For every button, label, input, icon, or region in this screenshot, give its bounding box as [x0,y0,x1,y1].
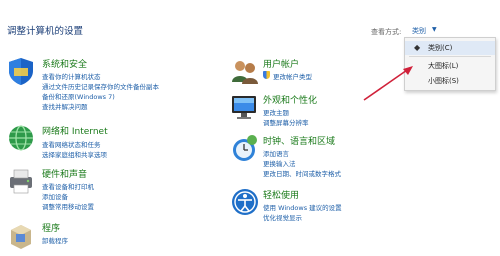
menu-item-category[interactable]: ◆ 类别(C) [405,41,495,55]
link-network-status[interactable]: 查看网络状态和任务 [42,139,101,149]
view-by-label: 查看方式: [371,28,402,36]
category-title[interactable]: 时钟、语言和区域 [263,134,335,147]
category-title[interactable]: 外观和个性化 [263,93,317,106]
menu-separator [409,56,491,57]
category-title[interactable]: 用户帐户 [263,57,299,70]
shield-icon [9,58,33,85]
link-change-theme[interactable]: 更改主题 [263,107,289,117]
view-by-dropdown[interactable]: 类别 [412,26,426,36]
link-file-history[interactable]: 通过文件历史记录保存你的文件备份副本 [42,81,159,91]
category-title[interactable]: 程序 [42,221,60,234]
selected-bullet-icon: ◆ [414,43,421,52]
link-backup-restore[interactable]: 备份和还原(Windows 7) [42,91,115,101]
link-add-language[interactable]: 添加语言 [263,148,289,158]
link-screen-resolution[interactable]: 调整屏幕分辨率 [263,117,309,127]
link-view-status[interactable]: 查看你的计算机状态 [42,71,101,81]
link-uninstall-program[interactable]: 卸载程序 [42,235,68,245]
link-troubleshoot[interactable]: 查找并解决问题 [42,101,88,111]
link-recommended-settings[interactable]: 使用 Windows 建议的设置 [263,202,342,212]
category-title[interactable]: 硬件和声音 [42,167,87,180]
menu-item-large-icons[interactable]: 大图标(L) [405,59,495,73]
menu-item-label: 小图标(S) [428,77,459,85]
users-icon [232,61,258,84]
page-title: 调整计算机的设置 [7,26,84,37]
ease-of-access-icon [232,189,258,215]
chevron-down-icon[interactable]: ▼ [432,26,437,33]
link-mobility-settings[interactable]: 调整常用移动设置 [42,201,94,211]
category-title[interactable]: 网络和 Internet [42,124,108,137]
link-add-device[interactable]: 添加设备 [42,191,68,201]
monitor-icon [232,96,256,119]
link-date-time-format[interactable]: 更改日期、时间或数字格式 [263,168,341,178]
category-title[interactable]: 系统和安全 [42,57,87,70]
link-optimize-display[interactable]: 优化视觉显示 [263,212,302,222]
link-change-account-type[interactable]: 更改帐户类型 [273,71,312,81]
link-devices-printers[interactable]: 查看设备和打印机 [42,181,94,191]
menu-item-label: 类别(C) [428,44,453,52]
clock-globe-icon [233,135,257,161]
annotation-arrow-icon [363,66,413,101]
printer-icon [10,169,32,194]
menu-item-label: 大图标(L) [428,62,459,70]
uac-shield-icon [263,71,270,79]
globe-network-icon [9,125,33,151]
category-title[interactable]: 轻松使用 [263,188,299,201]
link-change-input-method[interactable]: 更换输入法 [263,158,296,168]
link-homegroup[interactable]: 选择家庭组和共享选项 [42,149,107,159]
menu-item-small-icons[interactable]: 小图标(S) [405,74,495,88]
program-box-icon [11,225,31,249]
